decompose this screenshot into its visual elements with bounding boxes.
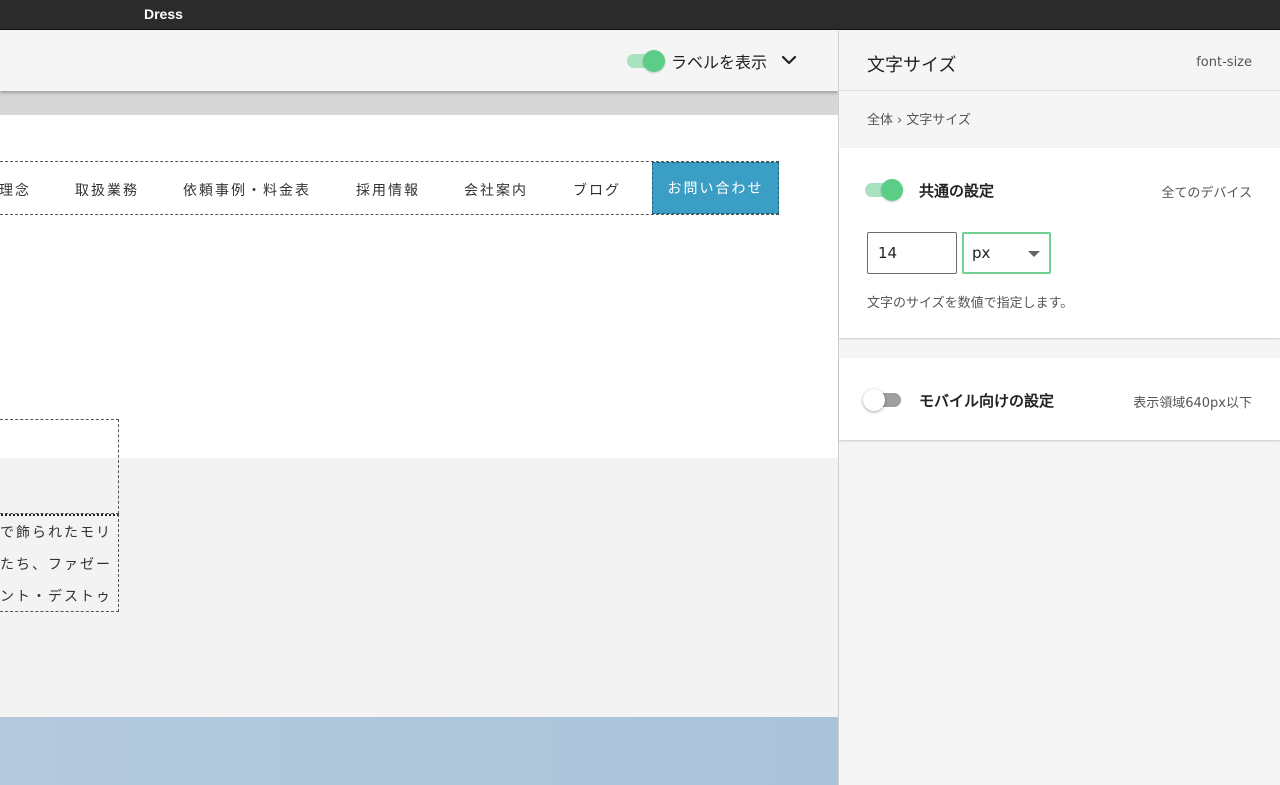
preview-pane: ラベルを表示 理念 取扱業務 依頼事例・料金表 採用情報 会社案内 ブログ お問… bbox=[0, 31, 838, 785]
mobile-setting-label: モバイル向けの設定 bbox=[919, 392, 1055, 410]
nav-item-company[interactable]: 会社案内 bbox=[464, 180, 528, 200]
mobile-setting-card: モバイル向けの設定 表示領域640px以下 bbox=[839, 358, 1280, 440]
toggle-knob bbox=[881, 179, 903, 201]
mobile-setting-scope: 表示領域640px以下 bbox=[1133, 396, 1252, 411]
panel-title: 文字サイズ bbox=[867, 55, 957, 76]
hero-image bbox=[0, 717, 838, 785]
label-toggle[interactable] bbox=[627, 50, 665, 72]
nav-item-cases-pricing[interactable]: 依頼事例・料金表 bbox=[183, 180, 311, 200]
unit-select[interactable]: px bbox=[962, 232, 1051, 274]
preview-divider-strip bbox=[0, 91, 838, 115]
body-text-line-3: ント・デストゥ bbox=[0, 589, 112, 605]
nav-item-recruit[interactable]: 採用情報 bbox=[356, 180, 420, 200]
toggle-knob bbox=[643, 50, 665, 72]
content-text-block: で飾られたモリ たち、ファゼー ント・デストゥ bbox=[0, 514, 119, 612]
body-text-line-1: で飾られたモリ bbox=[0, 525, 112, 541]
site-nav: 理念 取扱業務 依頼事例・料金表 採用情報 会社案内 ブログ お問い合わせ bbox=[0, 161, 779, 215]
panel-header: 文字サイズ font-size bbox=[839, 31, 1280, 91]
common-setting-scope: 全てのデバイス bbox=[1161, 186, 1252, 201]
label-toggle-text: ラベルを表示 bbox=[671, 53, 768, 72]
unit-select-value: px bbox=[972, 244, 991, 262]
breadcrumb-current: 文字サイズ bbox=[906, 113, 971, 128]
breadcrumb-root[interactable]: 全体 bbox=[867, 113, 893, 128]
chevron-right-icon: › bbox=[897, 113, 903, 128]
app-title: Dress bbox=[144, 6, 183, 22]
settings-panel: 文字サイズ font-size 全体›文字サイズ 共通の設定 全てのデバイス p… bbox=[839, 31, 1280, 785]
help-text: 文字のサイズを数値で指定します。 bbox=[867, 296, 1074, 311]
caret-down-icon bbox=[1028, 251, 1040, 257]
nav-contact-button[interactable]: お問い合わせ bbox=[652, 162, 779, 214]
common-setting-card: 共通の設定 全てのデバイス px 文字のサイズを数値で指定します。 bbox=[839, 148, 1280, 338]
toggle-knob bbox=[863, 389, 885, 411]
content-block-empty bbox=[0, 419, 119, 514]
css-property-name: font-size bbox=[1196, 55, 1252, 70]
common-setting-toggle[interactable] bbox=[865, 179, 903, 201]
chevron-down-icon[interactable] bbox=[780, 51, 798, 69]
breadcrumb: 全体 › 文字サイズ bbox=[867, 109, 971, 128]
preview-toolbar: ラベルを表示 bbox=[0, 31, 838, 91]
nav-item-philosophy[interactable]: 理念 bbox=[0, 180, 31, 200]
common-setting-label: 共通の設定 bbox=[919, 182, 995, 200]
nav-item-services[interactable]: 取扱業務 bbox=[75, 180, 139, 200]
font-size-input[interactable] bbox=[867, 232, 957, 274]
body-text-line-2: たち、ファゼー bbox=[0, 557, 112, 573]
mobile-setting-toggle[interactable] bbox=[863, 389, 901, 411]
nav-item-blog[interactable]: ブログ bbox=[573, 180, 621, 200]
title-bar: Dress bbox=[0, 0, 1280, 30]
